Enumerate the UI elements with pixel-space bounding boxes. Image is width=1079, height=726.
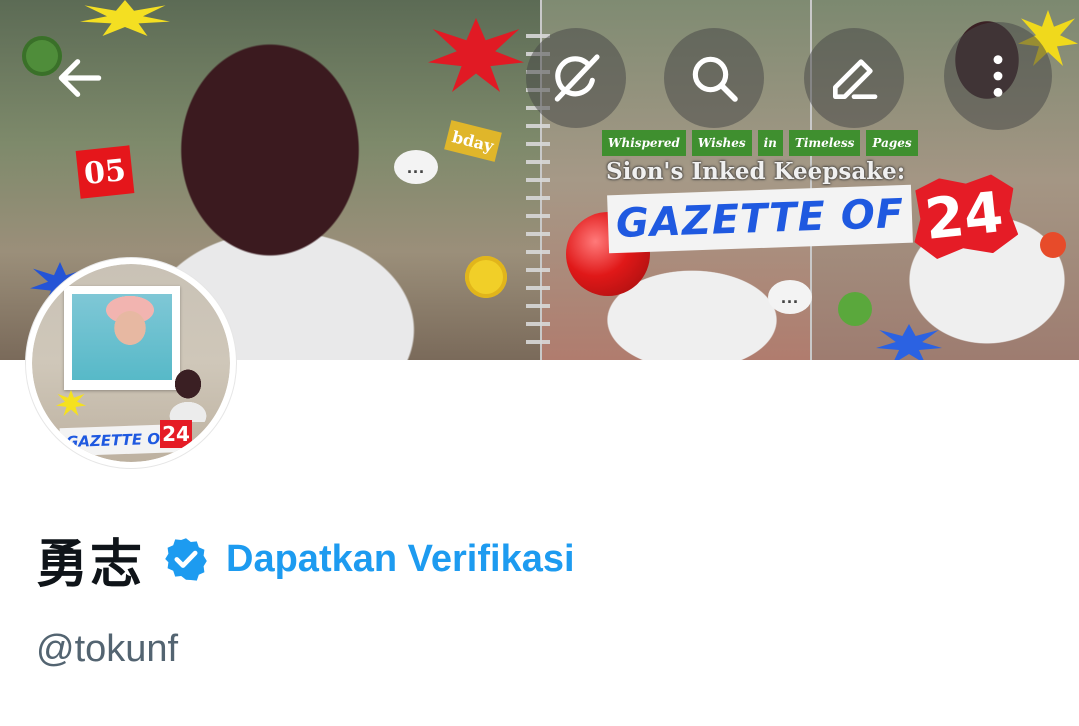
avatar-polaroid-image (72, 294, 172, 380)
search-icon (692, 56, 738, 102)
avatar-star-sticker (56, 390, 86, 416)
avatar-gazette-number: 24 (160, 420, 192, 448)
arrow-left-icon (58, 59, 102, 97)
speech-bubble-2: ... (768, 280, 812, 314)
gazette-word: Timeless (788, 130, 861, 156)
search-button[interactable] (664, 28, 764, 128)
avatar-image: GAZETTE OF 24 (32, 264, 230, 462)
gazette-tagline: Whispered Wishes in Timeless Pages (602, 130, 952, 156)
gazette-word: in (757, 130, 783, 156)
gazette-word: Pages (866, 130, 918, 156)
verified-badge-icon[interactable] (162, 535, 210, 583)
back-button[interactable] (28, 26, 132, 130)
more-vertical-icon (993, 55, 1003, 97)
grok-icon (554, 54, 600, 102)
avatar-portrait (162, 362, 214, 422)
gazette-word: Whispered (602, 130, 686, 156)
number-tag: 05 (75, 145, 135, 199)
display-name: 勇志 (36, 534, 145, 595)
edit-button[interactable] (804, 28, 904, 128)
gazette-subtitle: Sion's Inked Keepsake: (606, 158, 906, 185)
gazette-word: Wishes (691, 130, 752, 156)
grok-button[interactable] (526, 28, 626, 128)
speech-bubble: ... (394, 150, 438, 184)
pencil-icon (833, 59, 878, 99)
gazette-title: GAZETTE OF (615, 190, 905, 248)
more-options-button[interactable] (944, 22, 1052, 130)
red-button-sticker (1040, 232, 1066, 258)
user-handle: @tokunf (36, 628, 179, 670)
get-verified-link[interactable]: Dapatkan Verifikasi (226, 538, 575, 581)
gazette-title-label: GAZETTE OF (607, 184, 914, 254)
avatar-gazette-text: GAZETTE OF (65, 429, 171, 452)
profile-name-row: 勇志 Dapatkan Verifikasi (36, 524, 575, 595)
yellow-button-sticker (465, 256, 507, 298)
green-button-sticker-2 (838, 292, 872, 326)
profile-avatar[interactable]: GAZETTE OF 24 (26, 258, 236, 468)
